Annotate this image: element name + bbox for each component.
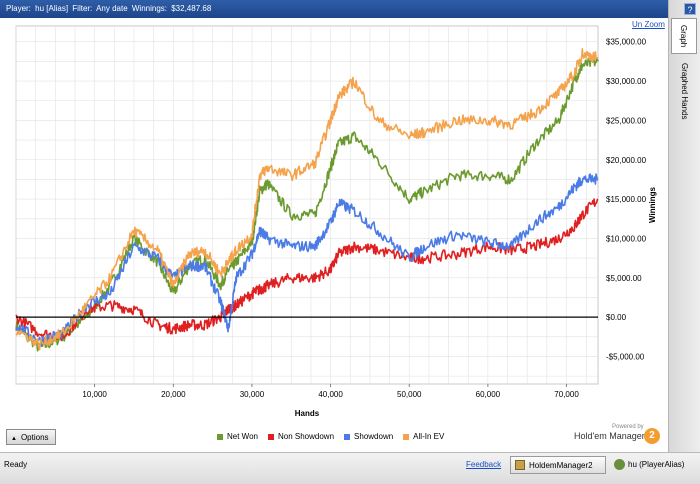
triangle-up-icon: ▲ (11, 436, 17, 442)
legend-label: All-In EV (413, 432, 445, 441)
status-bar: Ready Feedback HoldemManager2 hu (Player… (0, 452, 700, 484)
powered-by-text: Powered by (612, 424, 644, 430)
x-tick-label: 60,000 (476, 390, 501, 399)
x-tick-label: 50,000 (397, 390, 422, 399)
y-tick-label: $20,000.00 (606, 156, 647, 165)
y-tick-label: $0.00 (606, 313, 627, 322)
taskbar-user-label: hu (PlayerAlias) (628, 460, 685, 469)
x-axis-title: Hands (295, 409, 320, 418)
chart-legend: Net Won Non Showdown Showdown All-In EV (217, 432, 444, 441)
y-tick-label: $25,000.00 (606, 116, 647, 125)
plot-background (15, 25, 599, 385)
y-tick-label: $15,000.00 (606, 195, 647, 204)
help-button[interactable]: ? (684, 3, 696, 15)
player-value: hu [Alias] (35, 4, 69, 13)
brand-logo-icon: 2 (644, 428, 660, 444)
options-label: Options (20, 433, 49, 442)
legend-label: Net Won (227, 432, 258, 441)
options-button[interactable]: ▲ Options (6, 429, 56, 445)
legend-item: Net Won (217, 432, 258, 441)
y-tick-label: $35,000.00 (606, 38, 647, 47)
y-axis-title: Winnings (648, 186, 657, 222)
tab-graphed-hands[interactable]: Graphed Hands (671, 56, 697, 126)
winnings-graph[interactable]: 10,000 20,000 30,000 40,000 50,000 60,000 70,0… (0, 20, 668, 424)
legend-swatch (403, 433, 410, 440)
taskbar-user[interactable]: hu (PlayerAlias) (612, 456, 700, 474)
status-ready: Ready (4, 460, 28, 469)
x-tick-label: 70,000 (554, 390, 579, 399)
title-bar: Player: hu [Alias] Filter: Any date Winn… (0, 0, 672, 18)
y-tick-label: $30,000.00 (606, 77, 647, 86)
side-tab-bar: Graph Graphed Hands (668, 0, 700, 452)
user-icon (614, 459, 625, 470)
x-tick-label: 10,000 (82, 390, 107, 399)
filter-value: Any date (96, 4, 128, 13)
y-tick-label: $5,000.00 (606, 274, 642, 283)
taskbar-holdemmanager2[interactable]: HoldemManager2 (510, 456, 606, 474)
brand-name: Hold'em Manager (574, 431, 645, 441)
winnings-label: Winnings: (131, 4, 167, 13)
winnings-value: $32,487.68 (171, 4, 212, 13)
x-tick-label: 40,000 (318, 390, 343, 399)
app-icon (515, 460, 525, 470)
taskbar-app-label: HoldemManager2 (529, 461, 593, 470)
feedback-link[interactable]: Feedback (466, 460, 501, 469)
x-tick-label: 20,000 (161, 390, 186, 399)
y-tick-label: $10,000.00 (606, 234, 647, 243)
x-tick-label: 30,000 (240, 390, 265, 399)
legend-item: Showdown (344, 432, 393, 441)
legend-swatch (217, 433, 223, 440)
legend-item: All-In EV (403, 432, 444, 441)
legend-swatch (267, 433, 274, 440)
legend-swatch (344, 433, 351, 440)
player-label: Player: (6, 4, 31, 13)
filter-label: Filter: (72, 4, 93, 13)
legend-label: Showdown (354, 432, 394, 441)
tab-graph[interactable]: Graph (671, 18, 697, 54)
legend-item: Non Showdown (267, 432, 335, 441)
legend-label: Non Showdown (277, 432, 335, 441)
y-tick-label: -$5,000.00 (606, 352, 645, 361)
